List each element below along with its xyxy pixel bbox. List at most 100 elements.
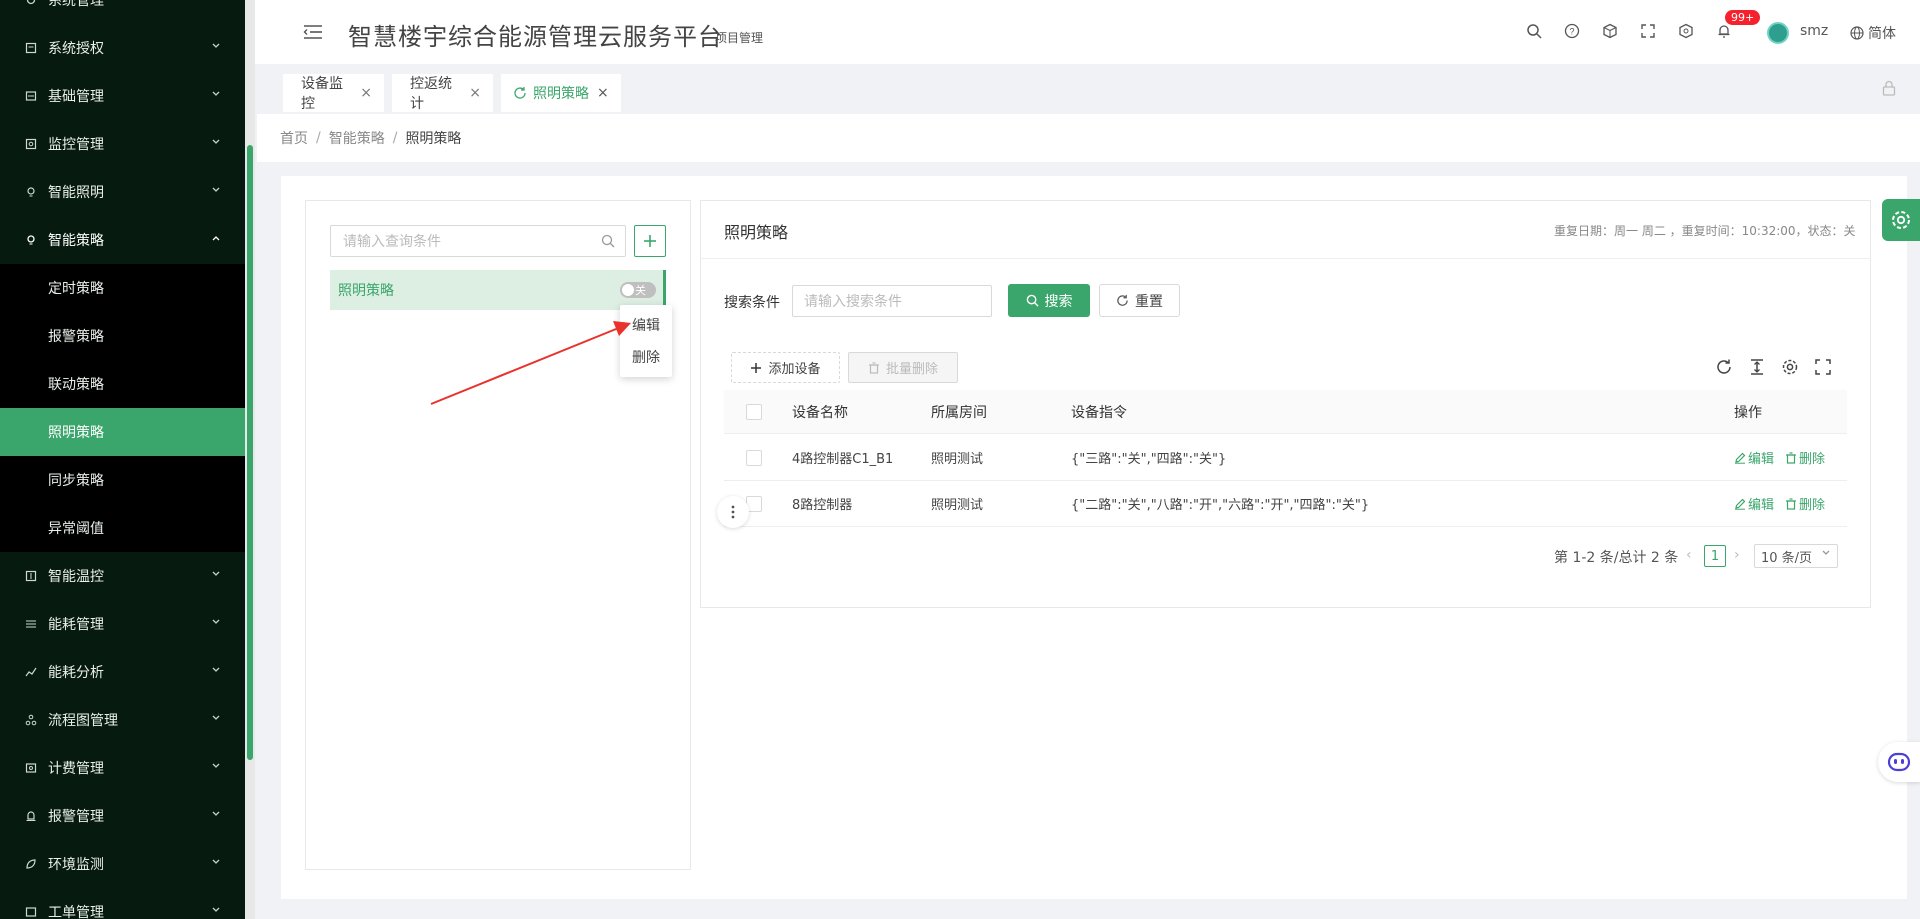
- scrollbar-thumb[interactable]: [247, 145, 253, 760]
- plus-icon: [751, 362, 762, 373]
- sidebar-subitem-timer[interactable]: 定时策略: [0, 264, 245, 312]
- sidebar-subitem-label: 联动策略: [48, 377, 104, 393]
- close-icon[interactable]: ×: [597, 85, 609, 101]
- language-switch[interactable]: 简体: [1850, 23, 1896, 43]
- table-row: 4路控制器C1_B1 照明测试 {"三路":"关","四路":"关"} 编辑 删…: [724, 435, 1847, 481]
- row-delete-button[interactable]: 删除: [1785, 481, 1825, 526]
- page-size-select[interactable]: 10 条/页: [1754, 544, 1838, 568]
- sidebar-item-system-manage[interactable]: 系统管理: [0, 0, 245, 24]
- fullscreen-icon[interactable]: [1814, 358, 1832, 376]
- add-device-button[interactable]: 添加设备: [731, 352, 840, 383]
- reload-icon[interactable]: [1715, 358, 1733, 376]
- lock-icon[interactable]: [1882, 80, 1896, 96]
- sidebar-item-label: 能耗分析: [48, 665, 104, 681]
- sidebar-item-license[interactable]: 系统授权: [0, 24, 245, 72]
- sidebar-subitem-label: 同步策略: [48, 473, 104, 489]
- chevron-down-icon: [211, 905, 225, 919]
- tab-control-stats[interactable]: 控返统计 ×: [392, 74, 493, 112]
- sidebar-subitem-label: 照明策略: [48, 425, 104, 441]
- sidebar-scrollbar[interactable]: [245, 0, 255, 919]
- sidebar-item-label: 系统授权: [48, 41, 104, 57]
- plus-icon: [644, 235, 656, 247]
- sidebar-item-strategy[interactable]: 智能策略: [0, 216, 245, 264]
- menu-fold-icon[interactable]: [303, 24, 323, 40]
- breadcrumb-strategy[interactable]: 智能策略: [329, 128, 385, 148]
- more-options-button[interactable]: [717, 496, 749, 528]
- sidebar-subitem-linkage[interactable]: 联动策略: [0, 360, 245, 408]
- reset-button[interactable]: 重置: [1099, 284, 1180, 317]
- help-icon[interactable]: ?: [1563, 22, 1581, 40]
- sidebar-item-label: 流程图管理: [48, 713, 118, 729]
- tree-item-lighting-strategy[interactable]: 照明策略: [330, 270, 666, 310]
- assistant-button[interactable]: [1878, 742, 1920, 782]
- edit-label: 编辑: [1748, 452, 1775, 467]
- chevron-down-icon: [211, 0, 225, 7]
- chevron-right-icon[interactable]: ›: [1734, 547, 1740, 563]
- search-icon: [1026, 294, 1039, 307]
- fullscreen-icon[interactable]: [1639, 22, 1657, 40]
- hexagon-icon[interactable]: [1677, 22, 1695, 40]
- chevron-down-icon: [211, 569, 225, 583]
- add-strategy-button[interactable]: [634, 225, 666, 257]
- strategy-switch[interactable]: 关: [620, 282, 656, 298]
- close-icon[interactable]: ×: [469, 85, 481, 101]
- sidebar-item-temp[interactable]: 智能温控: [0, 552, 245, 600]
- sidebar-item-monitor[interactable]: 监控管理: [0, 120, 245, 168]
- sidebar-item-label: 环境监测: [48, 857, 104, 873]
- sidebar-item-env[interactable]: 环境监测: [0, 840, 245, 888]
- chevron-down-icon: [211, 185, 225, 199]
- select-all-checkbox[interactable]: [746, 404, 762, 420]
- svg-text:?: ?: [1569, 27, 1574, 37]
- avatar[interactable]: [1767, 22, 1789, 44]
- row-edit-button[interactable]: 编辑: [1734, 481, 1774, 526]
- settings-icon[interactable]: [1781, 358, 1799, 376]
- sidebar-item-billing[interactable]: 计费管理: [0, 744, 245, 792]
- sidebar-item-ticket[interactable]: 工单管理: [0, 888, 245, 919]
- row-edit-button[interactable]: 编辑: [1734, 435, 1774, 480]
- chevron-left-icon[interactable]: ‹: [1686, 547, 1692, 563]
- sidebar-subitem-threshold[interactable]: 异常阈值: [0, 504, 245, 552]
- batch-delete-button[interactable]: 批量删除: [848, 352, 958, 383]
- sidebar-item-label: 智能照明: [48, 185, 104, 201]
- chevron-down-icon: [211, 761, 225, 775]
- divider: [700, 258, 1871, 259]
- breadcrumb-home[interactable]: 首页: [280, 128, 308, 148]
- close-icon[interactable]: ×: [360, 85, 372, 101]
- trash-icon: [868, 361, 879, 374]
- tab-device-monitor[interactable]: 设备监控 ×: [283, 74, 384, 112]
- ticket-icon: [24, 905, 38, 919]
- sidebar-item-lighting[interactable]: 智能照明: [0, 168, 245, 216]
- tree-search-input[interactable]: 请输入查询条件: [330, 225, 626, 257]
- trash-icon: [1786, 497, 1796, 510]
- search-condition-input[interactable]: 请输入搜索条件: [792, 285, 992, 317]
- username[interactable]: smz: [1800, 23, 1828, 39]
- row-checkbox[interactable]: [746, 450, 762, 466]
- sidebar-item-alarm[interactable]: 报警管理: [0, 792, 245, 840]
- theme-settings-button[interactable]: [1882, 199, 1920, 241]
- sidebar-item-label: 监控管理: [48, 137, 104, 153]
- sidebar-item-basic[interactable]: 基础管理: [0, 72, 245, 120]
- sidebar-item-label: 能耗管理: [48, 617, 104, 633]
- tab-label: 照明策略: [533, 86, 589, 102]
- strategy-icon: [24, 233, 38, 247]
- search-icon[interactable]: [1525, 22, 1543, 40]
- sidebar-subitem-label: 报警策略: [48, 329, 104, 345]
- sidebar-item-analysis[interactable]: 能耗分析: [0, 648, 245, 696]
- tree-search-placeholder: 请输入查询条件: [343, 234, 441, 250]
- sliders-icon: [24, 617, 38, 631]
- package-icon[interactable]: [1601, 22, 1619, 40]
- sidebar-item-label: 报警管理: [48, 809, 104, 825]
- search-icon[interactable]: [601, 234, 615, 248]
- sidebar-item-label: 基础管理: [48, 89, 104, 105]
- sidebar-subitem-alarm[interactable]: 报警策略: [0, 312, 245, 360]
- sidebar-item-flow[interactable]: 流程图管理: [0, 696, 245, 744]
- sidebar-subitem-sync[interactable]: 同步策略: [0, 456, 245, 504]
- search-button[interactable]: 搜索: [1008, 284, 1090, 317]
- tab-lighting-strategy[interactable]: 照明策略 ×: [501, 74, 621, 112]
- sidebar-subitem-lighting[interactable]: 照明策略: [0, 408, 245, 456]
- row-delete-button[interactable]: 删除: [1785, 435, 1825, 480]
- refresh-icon[interactable]: [513, 86, 527, 100]
- sidebar-item-energy[interactable]: 能耗管理: [0, 600, 245, 648]
- pagination-page[interactable]: 1: [1704, 545, 1726, 567]
- column-height-icon[interactable]: [1748, 358, 1766, 376]
